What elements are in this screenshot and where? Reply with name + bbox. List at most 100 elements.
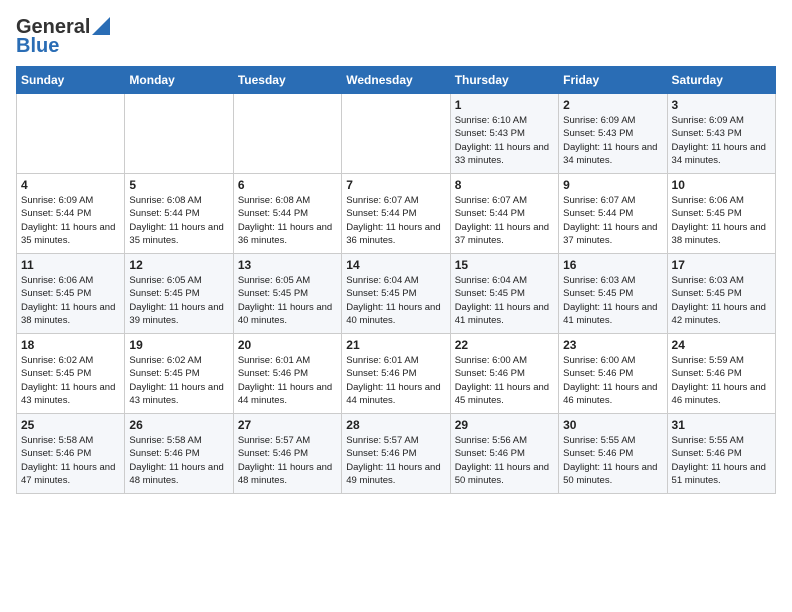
day-info: Sunrise: 6:00 AMSunset: 5:46 PMDaylight:… [455,354,554,407]
logo: General Blue [16,16,110,58]
day-cell: 3 Sunrise: 6:09 AMSunset: 5:43 PMDaylight… [667,94,775,174]
day-cell [125,94,233,174]
day-info: Sunrise: 5:57 AMSunset: 5:46 PMDaylight:… [346,434,445,487]
day-number: 28 [346,418,445,432]
day-info: Sunrise: 6:09 AMSunset: 5:43 PMDaylight:… [563,114,662,167]
day-number: 22 [455,338,554,352]
header-monday: Monday [125,67,233,94]
day-cell: 13Sunrise: 6:05 AMSunset: 5:45 PMDayligh… [233,254,341,334]
day-cell: 9 Sunrise: 6:07 AMSunset: 5:44 PMDaylight… [559,174,667,254]
day-number: 23 [563,338,662,352]
day-number: 2 [563,98,662,112]
day-cell: 22 Sunrise: 6:00 AMSunset: 5:46 PMDayligh… [450,334,558,414]
day-info: Sunrise: 6:05 AMSunset: 5:45 PMDaylight:… [238,274,337,327]
day-info: Sunrise: 6:07 AMSunset: 5:44 PMDaylight:… [563,194,662,247]
day-info: Sunrise: 6:06 AMSunset: 5:45 PMDaylight:… [21,274,120,327]
day-info: Sunrise: 6:08 AMSunset: 5:44 PMDaylight:… [129,194,228,247]
day-info: Sunrise: 5:59 AMSunset: 5:46 PMDaylight:… [672,354,771,407]
day-cell: 24 Sunrise: 5:59 AMSunset: 5:46 PMDayligh… [667,334,775,414]
day-cell: 14 Sunrise: 6:04 AMSunset: 5:45 PMDayligh… [342,254,450,334]
day-info: Sunrise: 6:09 AMSunset: 5:44 PMDaylight:… [21,194,120,247]
day-number: 16 [563,258,662,272]
header-thursday: Thursday [450,67,558,94]
day-number: 14 [346,258,445,272]
day-cell: 15 Sunrise: 6:04 AMSunset: 5:45 PMDayligh… [450,254,558,334]
logo-blue-text: Blue [16,35,59,58]
day-cell [17,94,125,174]
day-number: 29 [455,418,554,432]
day-cell: 6Sunrise: 6:08 AMSunset: 5:44 PMDaylight… [233,174,341,254]
day-number: 15 [455,258,554,272]
day-number: 31 [672,418,771,432]
day-info: Sunrise: 6:09 AMSunset: 5:43 PMDaylight:… [672,114,771,167]
header-tuesday: Tuesday [233,67,341,94]
day-number: 20 [238,338,337,352]
day-cell: 1 Sunrise: 6:10 AMSunset: 5:43 PMDaylight… [450,94,558,174]
week-row-1: 1 Sunrise: 6:10 AMSunset: 5:43 PMDaylight… [17,94,776,174]
page-header: General Blue [16,16,776,58]
day-number: 17 [672,258,771,272]
day-info: Sunrise: 6:07 AMSunset: 5:44 PMDaylight:… [346,194,445,247]
day-cell: 18Sunrise: 6:02 AMSunset: 5:45 PMDayligh… [17,334,125,414]
day-number: 5 [129,178,228,192]
day-cell [233,94,341,174]
day-info: Sunrise: 5:55 AMSunset: 5:46 PMDaylight:… [672,434,771,487]
week-row-2: 4 Sunrise: 6:09 AMSunset: 5:44 PMDaylight… [17,174,776,254]
day-number: 25 [21,418,120,432]
day-cell: 23 Sunrise: 6:00 AMSunset: 5:46 PMDayligh… [559,334,667,414]
day-info: Sunrise: 6:10 AMSunset: 5:43 PMDaylight:… [455,114,554,167]
calendar-header-row: SundayMondayTuesdayWednesdayThursdayFrid… [17,67,776,94]
day-number: 9 [563,178,662,192]
week-row-5: 25 Sunrise: 5:58 AMSunset: 5:46 PMDayligh… [17,414,776,494]
day-cell: 4 Sunrise: 6:09 AMSunset: 5:44 PMDaylight… [17,174,125,254]
day-number: 8 [455,178,554,192]
day-cell: 30 Sunrise: 5:55 AMSunset: 5:46 PMDayligh… [559,414,667,494]
day-number: 19 [129,338,228,352]
day-cell: 10Sunrise: 6:06 AMSunset: 5:45 PMDayligh… [667,174,775,254]
day-number: 26 [129,418,228,432]
day-cell: 27 Sunrise: 5:57 AMSunset: 5:46 PMDayligh… [233,414,341,494]
day-number: 11 [21,258,120,272]
day-number: 3 [672,98,771,112]
day-cell: 11 Sunrise: 6:06 AMSunset: 5:45 PMDayligh… [17,254,125,334]
day-cell: 29 Sunrise: 5:56 AMSunset: 5:46 PMDayligh… [450,414,558,494]
day-number: 24 [672,338,771,352]
day-info: Sunrise: 6:05 AMSunset: 5:45 PMDaylight:… [129,274,228,327]
day-cell: 17 Sunrise: 6:03 AMSunset: 5:45 PMDayligh… [667,254,775,334]
day-info: Sunrise: 6:03 AMSunset: 5:45 PMDaylight:… [672,274,771,327]
day-number: 6 [238,178,337,192]
day-cell: 7 Sunrise: 6:07 AMSunset: 5:44 PMDaylight… [342,174,450,254]
day-cell: 20 Sunrise: 6:01 AMSunset: 5:46 PMDayligh… [233,334,341,414]
logo-triangle-icon [92,17,110,35]
day-cell: 8Sunrise: 6:07 AMSunset: 5:44 PMDaylight… [450,174,558,254]
day-number: 27 [238,418,337,432]
day-info: Sunrise: 6:04 AMSunset: 5:45 PMDaylight:… [455,274,554,327]
day-info: Sunrise: 6:01 AMSunset: 5:46 PMDaylight:… [346,354,445,407]
day-number: 1 [455,98,554,112]
day-info: Sunrise: 5:56 AMSunset: 5:46 PMDaylight:… [455,434,554,487]
day-number: 10 [672,178,771,192]
day-info: Sunrise: 5:55 AMSunset: 5:46 PMDaylight:… [563,434,662,487]
week-row-4: 18Sunrise: 6:02 AMSunset: 5:45 PMDayligh… [17,334,776,414]
day-cell: 5 Sunrise: 6:08 AMSunset: 5:44 PMDaylight… [125,174,233,254]
day-cell [342,94,450,174]
header-sunday: Sunday [17,67,125,94]
day-info: Sunrise: 5:58 AMSunset: 5:46 PMDaylight:… [129,434,228,487]
day-number: 18 [21,338,120,352]
day-info: Sunrise: 6:03 AMSunset: 5:45 PMDaylight:… [563,274,662,327]
day-cell: 21 Sunrise: 6:01 AMSunset: 5:46 PMDayligh… [342,334,450,414]
day-info: Sunrise: 6:00 AMSunset: 5:46 PMDaylight:… [563,354,662,407]
day-number: 4 [21,178,120,192]
day-info: Sunrise: 5:57 AMSunset: 5:46 PMDaylight:… [238,434,337,487]
day-number: 30 [563,418,662,432]
day-cell: 2 Sunrise: 6:09 AMSunset: 5:43 PMDaylight… [559,94,667,174]
day-info: Sunrise: 6:01 AMSunset: 5:46 PMDaylight:… [238,354,337,407]
day-number: 21 [346,338,445,352]
day-number: 7 [346,178,445,192]
day-cell: 19Sunrise: 6:02 AMSunset: 5:45 PMDayligh… [125,334,233,414]
header-wednesday: Wednesday [342,67,450,94]
calendar-table: SundayMondayTuesdayWednesdayThursdayFrid… [16,66,776,494]
day-info: Sunrise: 6:04 AMSunset: 5:45 PMDaylight:… [346,274,445,327]
day-info: Sunrise: 5:58 AMSunset: 5:46 PMDaylight:… [21,434,120,487]
day-cell: 26 Sunrise: 5:58 AMSunset: 5:46 PMDayligh… [125,414,233,494]
